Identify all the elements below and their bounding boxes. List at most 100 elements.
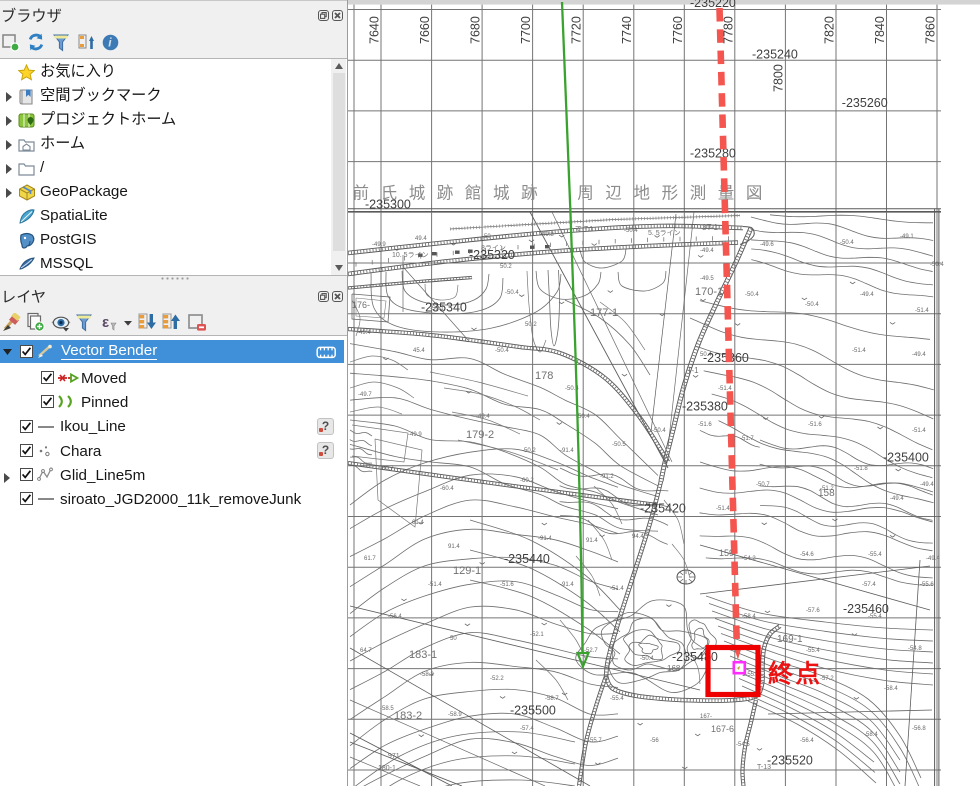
svg-text:-51.8: -51.8 — [854, 466, 868, 472]
svg-text:-54.2: -54.2 — [742, 556, 756, 562]
svg-text:-235460: -235460 — [843, 602, 889, 616]
svg-text:158: 158 — [818, 488, 835, 499]
svg-text:-57.4: -57.4 — [520, 726, 534, 732]
svg-text:で T.1: で T.1 — [575, 226, 593, 233]
svg-text:177-1: 177-1 — [590, 307, 618, 319]
svg-text:終点: 終点 — [768, 659, 823, 688]
svg-text:-56.4: -56.4 — [388, 614, 402, 620]
svg-text:-235380: -235380 — [682, 400, 728, 414]
svg-text:-235260: -235260 — [842, 96, 888, 110]
svg-text:-49.4: -49.4 — [700, 248, 714, 254]
svg-text:-49.1: -49.1 — [900, 234, 914, 240]
svg-text:-235420: -235420 — [640, 502, 686, 516]
svg-text:-56.4: -56.4 — [800, 738, 814, 744]
svg-text:7700: 7700 — [519, 16, 533, 44]
svg-text:49.4: 49.4 — [415, 236, 427, 242]
svg-text:167-: 167- — [700, 714, 712, 720]
svg-text:-49.4: -49.4 — [920, 482, 934, 488]
svg-text:64.7: 64.7 — [360, 648, 372, 654]
svg-text:-54.6: -54.6 — [800, 552, 814, 558]
svg-text:-49.4: -49.4 — [926, 556, 940, 562]
svg-text:7720: 7720 — [570, 16, 584, 44]
svg-text:-50.4: -50.4 — [805, 302, 819, 308]
svg-text:7660: 7660 — [418, 16, 432, 44]
svg-text:-50.2: -50.2 — [522, 448, 536, 454]
svg-text:183-1: 183-1 — [409, 649, 437, 661]
svg-text:50: 50 — [450, 636, 457, 642]
svg-text:10. 5ライン: 10. 5ライン — [392, 251, 429, 259]
svg-text:-235520: -235520 — [767, 754, 813, 768]
svg-text:5. 5ライン: 5. 5ライン — [648, 229, 681, 237]
svg-text:-50.4: -50.4 — [495, 348, 509, 354]
svg-text:7740: 7740 — [620, 16, 634, 44]
svg-text:-49.7: -49.7 — [358, 392, 372, 398]
svg-text:-49.6: -49.6 — [760, 242, 774, 248]
svg-text:-58.4: -58.4 — [864, 732, 878, 738]
svg-text:-57.4: -57.4 — [862, 582, 876, 588]
svg-text:7860: 7860 — [924, 16, 938, 44]
svg-text:T-1: T-1 — [687, 366, 699, 375]
svg-text:-55.4: -55.4 — [610, 696, 624, 702]
svg-text:168: 168 — [667, 664, 681, 673]
svg-text:-91.2: -91.2 — [600, 474, 614, 480]
svg-text:-51.4: -51.4 — [718, 386, 732, 392]
svg-text:178: 178 — [535, 370, 553, 382]
svg-text:-50.4: -50.4 — [640, 656, 654, 662]
svg-text:170-1: 170-1 — [695, 286, 723, 298]
svg-text:91.4: 91.4 — [448, 544, 460, 550]
svg-text:-235220: -235220 — [690, 0, 736, 10]
svg-text:-52.1: -52.1 — [530, 632, 544, 638]
svg-text:-235300: -235300 — [365, 197, 411, 211]
svg-text:7820: 7820 — [823, 16, 837, 44]
svg-text:-49.5: -49.5 — [700, 276, 714, 282]
svg-text:前氏城跡館城跡 周辺地形測量図: 前氏城跡館城跡 周辺地形測量図 — [353, 184, 775, 203]
svg-text:-50.4: -50.4 — [505, 290, 519, 296]
svg-text:-49.4: -49.4 — [912, 352, 926, 358]
svg-text:-51.4: -51.4 — [610, 586, 624, 592]
svg-text:-235500: -235500 — [510, 704, 556, 718]
svg-text:7760: 7760 — [671, 16, 685, 44]
svg-text:45.4: 45.4 — [413, 348, 425, 354]
svg-text:-60.4: -60.4 — [440, 486, 454, 492]
svg-text:-58.9: -58.9 — [448, 712, 462, 718]
svg-text:-54.8: -54.8 — [908, 646, 922, 652]
svg-text:7680: 7680 — [469, 16, 483, 44]
svg-text:-91.4: -91.4 — [560, 582, 574, 588]
svg-text:-235340: -235340 — [421, 301, 467, 315]
svg-text:61.7: 61.7 — [364, 556, 376, 562]
svg-text:94.4: 94.4 — [632, 534, 644, 540]
svg-text:-58.7: -58.7 — [545, 696, 559, 702]
svg-text:176-: 176- — [352, 300, 370, 310]
svg-text:-235280: -235280 — [690, 147, 736, 161]
svg-text:8ライン: 8ライン — [481, 244, 506, 252]
svg-text:61.4: 61.4 — [412, 520, 424, 526]
svg-text:-50.7: -50.7 — [756, 482, 770, 488]
svg-text:-50.4: -50.4 — [652, 428, 666, 434]
svg-text:183-2: 183-2 — [394, 710, 422, 722]
svg-text:-49.4: -49.4 — [357, 330, 371, 336]
svg-text:7800: 7800 — [771, 64, 785, 92]
svg-text:50.2: 50.2 — [525, 322, 537, 328]
svg-text:50.2: 50.2 — [500, 264, 512, 270]
svg-text:-49.9: -49.9 — [408, 432, 422, 438]
svg-text:3T-1: 3T-1 — [702, 223, 719, 232]
svg-text:971: 971 — [388, 753, 400, 760]
svg-text:-50.4: -50.4 — [930, 262, 944, 268]
svg-text:-57.6: -57.6 — [806, 608, 820, 614]
svg-text:-235400: -235400 — [883, 451, 929, 465]
svg-text:129-1: 129-1 — [453, 565, 481, 577]
svg-text:T-13: T-13 — [757, 764, 771, 771]
svg-text:167-6: 167-6 — [711, 724, 734, 734]
svg-text:-55.6: -55.6 — [920, 582, 934, 588]
svg-text:-52.2: -52.2 — [490, 676, 504, 682]
svg-text:-51.6: -51.6 — [698, 422, 712, 428]
svg-text:7640: 7640 — [368, 16, 382, 44]
svg-text:-235480: -235480 — [672, 650, 718, 664]
svg-text:-91.4: -91.4 — [538, 536, 552, 542]
svg-text:-51.4: -51.4 — [915, 308, 929, 314]
svg-text:91.4: 91.4 — [586, 538, 598, 544]
svg-text:180-1: 180-1 — [378, 765, 396, 772]
svg-text:7840: 7840 — [873, 16, 887, 44]
svg-text:-51.4: -51.4 — [716, 506, 730, 512]
svg-text:-51.6: -51.6 — [808, 422, 822, 428]
